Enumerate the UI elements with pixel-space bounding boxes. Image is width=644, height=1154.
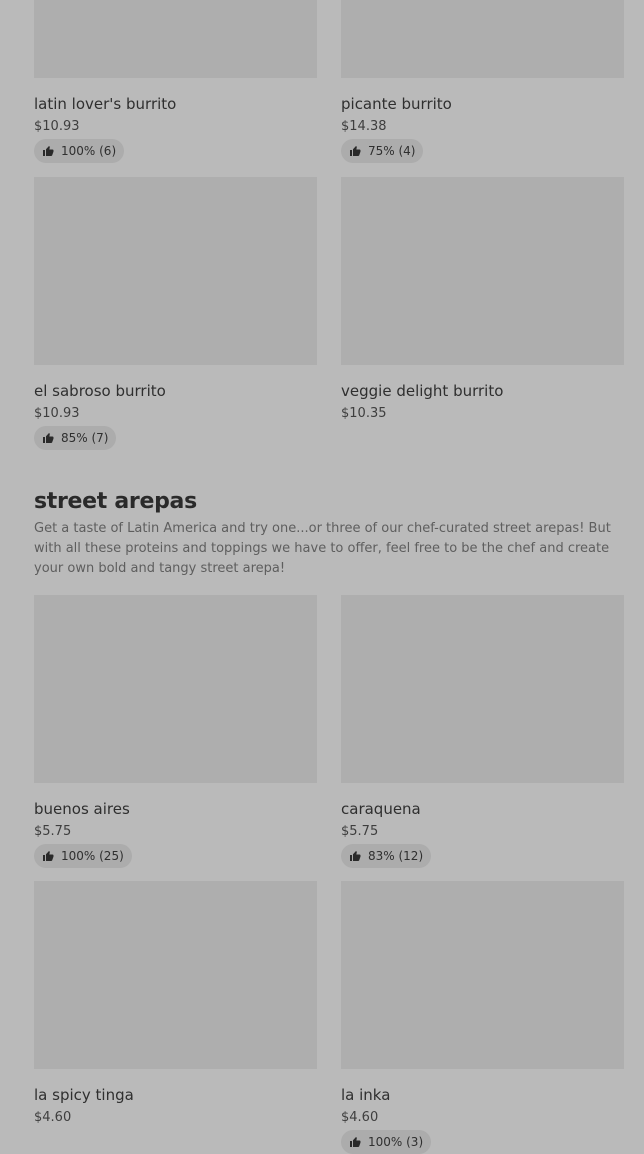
thumbs-up-icon bbox=[43, 433, 54, 443]
item-name: la spicy tinga bbox=[34, 1086, 134, 1104]
item-image[interactable] bbox=[34, 881, 317, 1069]
item-name: veggie delight burrito bbox=[341, 382, 504, 400]
menu-item-card[interactable]: el sabroso burrito $10.93 85% (7) bbox=[34, 177, 317, 450]
section-description: Get a taste of Latin America and try one… bbox=[34, 521, 611, 576]
rating-text: 100% (25) bbox=[61, 849, 124, 863]
item-price: $5.75 bbox=[34, 824, 72, 839]
menu-item-card[interactable]: caraquena $5.75 83% (12) bbox=[341, 595, 624, 868]
rating-badge: 100% (25) bbox=[34, 844, 132, 868]
rating-text: 75% (4) bbox=[368, 144, 416, 158]
section-title: street arepas bbox=[34, 489, 197, 514]
item-image[interactable] bbox=[341, 0, 624, 78]
thumbs-up-icon bbox=[350, 1137, 361, 1147]
item-image[interactable] bbox=[34, 0, 317, 78]
rating-badge: 85% (7) bbox=[34, 426, 117, 450]
menu-item-card[interactable]: veggie delight burrito $10.35 bbox=[341, 177, 624, 421]
item-name: latin lover's burrito bbox=[34, 95, 177, 113]
rating-badge: 75% (4) bbox=[341, 139, 424, 163]
rating-badge: 100% (6) bbox=[34, 139, 125, 163]
menu-item-card[interactable]: buenos aires $5.75 100% (25) bbox=[34, 595, 317, 868]
rating-text: 100% (6) bbox=[61, 144, 117, 158]
item-price: $5.75 bbox=[341, 824, 379, 839]
thumbs-up-icon bbox=[43, 146, 54, 156]
item-price: $14.38 bbox=[341, 119, 387, 134]
item-name: buenos aires bbox=[34, 800, 130, 818]
item-name: el sabroso burrito bbox=[34, 382, 166, 400]
rating-text: 100% (3) bbox=[368, 1135, 424, 1149]
item-price: $10.35 bbox=[341, 406, 387, 421]
item-price: $4.60 bbox=[34, 1110, 72, 1125]
thumbs-up-icon bbox=[350, 146, 361, 156]
item-name: caraquena bbox=[341, 800, 421, 818]
rating-badge: 83% (12) bbox=[341, 844, 432, 868]
item-image[interactable] bbox=[34, 177, 317, 365]
item-price: $10.93 bbox=[34, 406, 80, 421]
rating-text: 83% (12) bbox=[368, 849, 424, 863]
menu-item-card[interactable]: picante burrito $14.38 75% (4) bbox=[341, 0, 624, 163]
rating-text: 85% (7) bbox=[61, 431, 109, 445]
menu-page: latin lover's burrito $10.93 100% (6) pi… bbox=[0, 0, 644, 1154]
thumbs-up-icon bbox=[350, 851, 361, 861]
rating-badge: 100% (3) bbox=[341, 1130, 432, 1154]
item-price: $4.60 bbox=[341, 1110, 379, 1125]
item-image[interactable] bbox=[341, 177, 624, 365]
item-image[interactable] bbox=[341, 881, 624, 1069]
item-price: $10.93 bbox=[34, 119, 80, 134]
item-name: la inka bbox=[341, 1086, 391, 1104]
menu-item-card[interactable]: la inka $4.60 100% (3) bbox=[341, 881, 624, 1154]
item-name: picante burrito bbox=[341, 95, 452, 113]
thumbs-up-icon bbox=[43, 851, 54, 861]
item-image[interactable] bbox=[341, 595, 624, 783]
item-image[interactable] bbox=[34, 595, 317, 783]
menu-item-card[interactable]: la spicy tinga $4.60 bbox=[34, 881, 317, 1125]
menu-item-card[interactable]: latin lover's burrito $10.93 100% (6) bbox=[34, 0, 317, 163]
